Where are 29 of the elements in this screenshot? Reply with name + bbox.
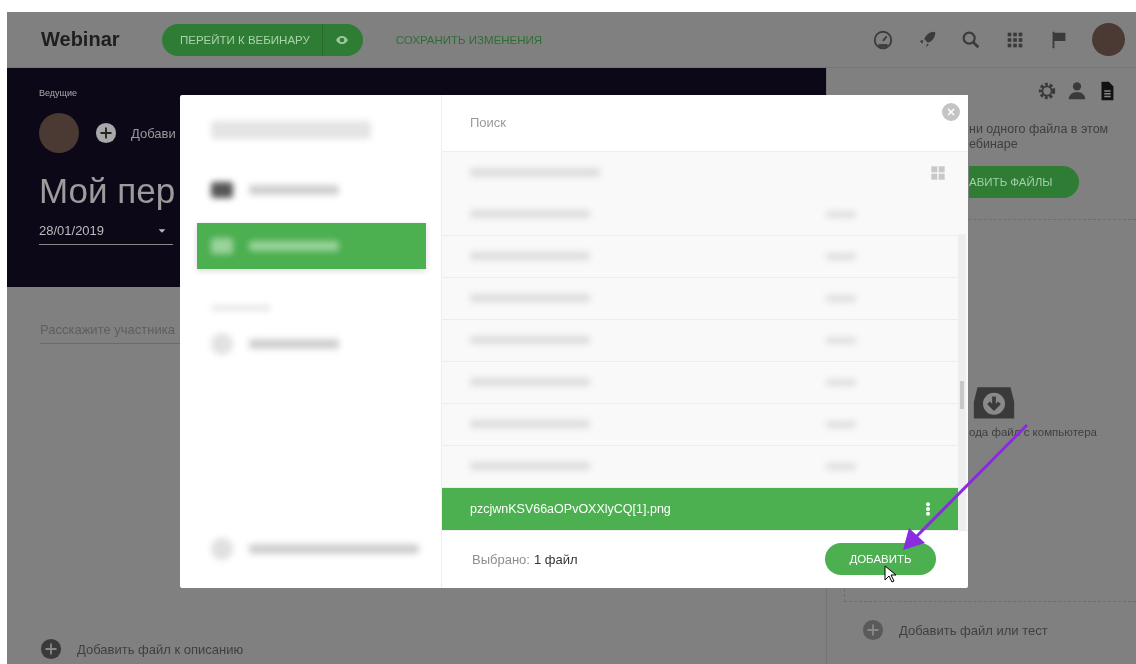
user-avatar[interactable] bbox=[1092, 23, 1125, 56]
add-files-button[interactable]: АВИТЬ ФАЙЛЫ bbox=[969, 166, 1079, 198]
empty-files-text: ебинаре bbox=[969, 137, 1019, 152]
upload-from-computer-text: ода файл с компьютера bbox=[969, 426, 1098, 438]
date-field[interactable]: 28/01/2019 bbox=[39, 223, 173, 245]
person-icon[interactable] bbox=[1066, 80, 1088, 102]
host-avatar bbox=[39, 113, 79, 153]
hosts-label: Ведущие bbox=[39, 88, 77, 98]
search-field[interactable]: Поиск bbox=[442, 95, 968, 152]
add-file-link[interactable]: Добавить файл к описанию bbox=[77, 641, 244, 657]
add-host-link[interactable]: Добави bbox=[131, 125, 176, 141]
mouse-cursor-icon bbox=[884, 565, 896, 583]
webinar-title: Мой пер bbox=[39, 171, 176, 211]
file-row[interactable]: pzcjwnKSV66aOPvOXXlyCQ[1].png bbox=[442, 487, 958, 530]
scrollbar[interactable] bbox=[958, 233, 966, 530]
speedometer-icon[interactable] bbox=[872, 28, 894, 51]
plus-icon[interactable] bbox=[95, 122, 117, 144]
go-to-webinar-button[interactable]: ПЕРЕЙТИ К ВЕБИНАРУ bbox=[162, 23, 363, 56]
close-icon[interactable] bbox=[942, 103, 960, 121]
tiles-icon[interactable] bbox=[930, 164, 946, 181]
selected-label: Выбрано: bbox=[472, 551, 530, 567]
logo-text: Webinar bbox=[41, 28, 121, 51]
folder-item[interactable] bbox=[197, 223, 426, 269]
settings-icon[interactable] bbox=[1036, 80, 1058, 102]
add-file-or-test-link[interactable]: Добавить файл или тест bbox=[899, 622, 1048, 638]
save-changes-link[interactable]: СОХРАНИТЬ ИЗМЕНЕНИЯ bbox=[395, 33, 543, 46]
selected-count: 1 файл bbox=[533, 551, 578, 567]
empty-files-text: ни одного файла в этом bbox=[969, 122, 1110, 137]
add-button[interactable]: ДОБАВИТЬ bbox=[825, 543, 936, 576]
